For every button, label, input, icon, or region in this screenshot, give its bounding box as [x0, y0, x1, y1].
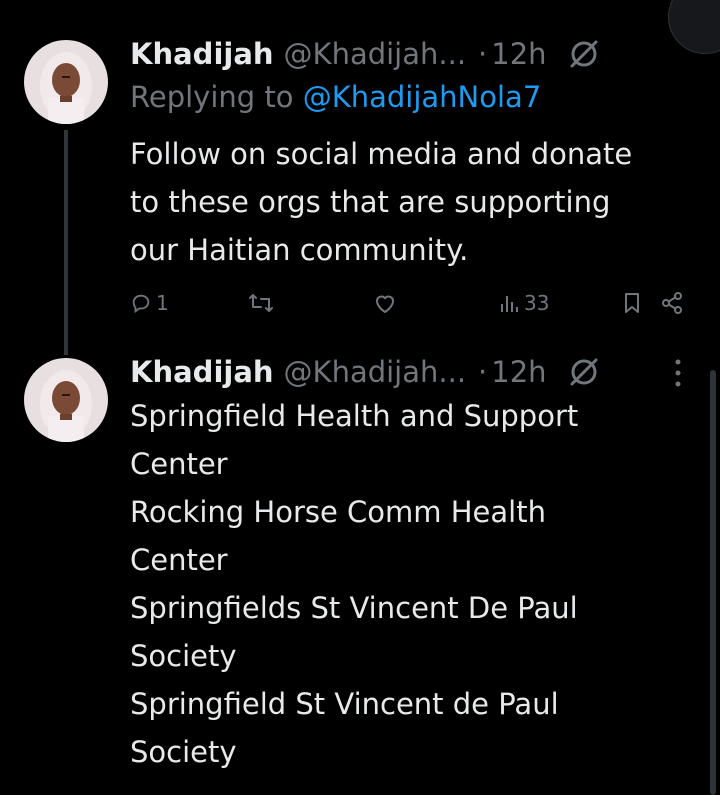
tweet-text-line: Center — [130, 447, 228, 481]
tweet-text-line: Society — [130, 735, 237, 769]
separator-dot: · — [478, 355, 488, 389]
timestamp[interactable]: 12h — [491, 37, 546, 71]
grok-icon[interactable] — [567, 37, 601, 71]
author-handle[interactable]: @Khadijah... — [284, 37, 467, 71]
tweet-text-line: to these orgs that are supporting — [130, 185, 611, 219]
heart-icon — [376, 295, 394, 313]
author-name[interactable]: Khadijah — [130, 37, 274, 71]
author-handle[interactable]: @Khadijah... — [284, 355, 467, 389]
reply-count: 1 — [156, 291, 169, 315]
like-button[interactable] — [373, 288, 397, 318]
retweet-button[interactable] — [248, 288, 274, 318]
scrollbar[interactable] — [710, 370, 716, 795]
tweet-text-line: Society — [130, 639, 237, 673]
views-button[interactable]: 33 — [498, 288, 549, 318]
bookmark-icon — [625, 293, 639, 313]
more-icon[interactable] — [674, 358, 682, 388]
avatar[interactable] — [24, 358, 108, 442]
tweet-text-line: Springfield Health and Support — [130, 399, 579, 433]
author-name[interactable]: Khadijah — [130, 355, 274, 389]
avatar[interactable] — [24, 40, 108, 124]
share-icon — [662, 292, 682, 314]
views-icon — [501, 296, 518, 312]
views-count: 33 — [524, 291, 550, 315]
separator-dot: · — [478, 37, 488, 71]
tweet-text: Follow on social media and donate to the… — [130, 130, 696, 274]
share-button[interactable] — [660, 288, 684, 318]
action-bar: 1 33 — [130, 288, 700, 318]
tweet-text: Springfield Health and Support Center Ro… — [130, 392, 696, 776]
grok-icon[interactable] — [567, 355, 601, 389]
tweet-text-line: Center — [130, 543, 228, 577]
tweet-text-line: Follow on social media and donate — [130, 137, 633, 171]
timestamp[interactable]: 12h — [491, 355, 546, 389]
reply-button[interactable]: 1 — [130, 288, 169, 318]
replying-to-mention[interactable]: @KhadijahNola7 — [303, 80, 542, 114]
avatar-image — [24, 358, 108, 442]
replying-to: Replying to @KhadijahNola7 — [130, 80, 541, 114]
bookmark-button[interactable] — [622, 288, 642, 318]
tweet-text-line: Springfield St Vincent de Paul — [130, 687, 559, 721]
avatar-image — [24, 40, 108, 124]
tweet-text-line: our Haitian community. — [130, 233, 469, 267]
tweet-2[interactable]: Khadijah @Khadijah... · 12h Springfield … — [0, 350, 720, 795]
tweet-1[interactable]: Khadijah @Khadijah... · 12h Replying to … — [0, 0, 720, 350]
reply-icon — [132, 294, 150, 314]
tweet-text-line: Springfields St Vincent De Paul — [130, 591, 578, 625]
tweet-text-line: Rocking Horse Comm Health — [130, 495, 546, 529]
retweet-icon — [249, 294, 273, 312]
replying-to-label: Replying to — [130, 80, 294, 114]
